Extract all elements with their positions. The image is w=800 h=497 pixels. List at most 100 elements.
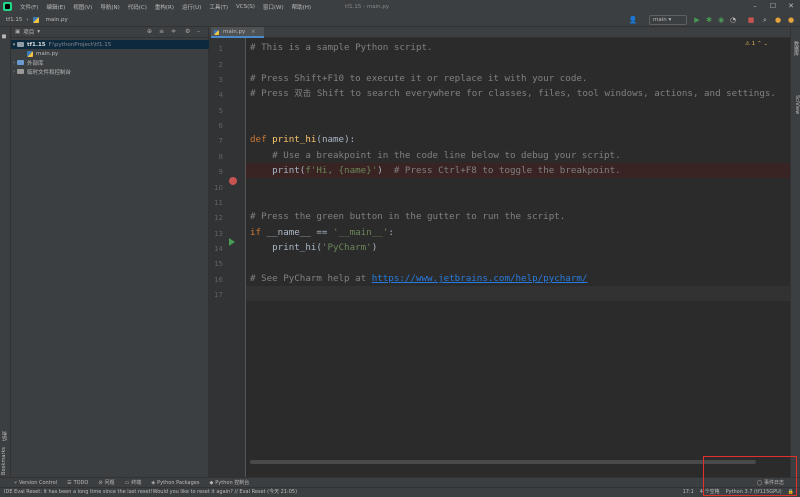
- project-view-icon: ▣: [15, 29, 21, 35]
- code-line-16: # See PyCharm help at https://www.jetbra…: [250, 271, 587, 286]
- todo-tab[interactable]: ☰ TODO: [67, 480, 88, 486]
- tree-item-label: 临时文件和控制台: [27, 69, 72, 76]
- problems-icon: ⊘: [98, 479, 103, 486]
- breadcrumb-project[interactable]: tf1.15: [6, 17, 22, 23]
- hide-icon[interactable]: –: [197, 28, 200, 35]
- profile-icon[interactable]: ◔: [728, 15, 738, 25]
- project-panel-title[interactable]: 项目: [23, 28, 34, 36]
- code-line-12: # Press the green button in the gutter t…: [250, 209, 565, 224]
- annotation-highlight-box: [703, 456, 797, 496]
- tree-item-scratches[interactable]: › 临时文件和控制台: [11, 67, 209, 76]
- code-string: '__main__': [333, 227, 389, 238]
- menu-navigate[interactable]: 导航(N): [96, 3, 123, 11]
- code-comment: # Press: [250, 88, 295, 99]
- menu-file[interactable]: 文件(F): [16, 3, 42, 11]
- menu-run[interactable]: 运行(U): [178, 3, 205, 11]
- code-line-1: # This is a sample Python script.: [250, 40, 433, 55]
- code-text: print(: [250, 165, 306, 176]
- collapse-all-icon[interactable]: ≑: [171, 28, 176, 35]
- code-comment: # See PyCharm help at: [250, 273, 372, 284]
- tree-item-main-py[interactable]: main.py: [11, 49, 209, 58]
- code-keyword: def: [250, 134, 273, 145]
- user-icon[interactable]: 👤: [628, 15, 638, 25]
- close-tab-icon[interactable]: ×: [251, 29, 256, 35]
- tree-item-label: main.py: [36, 50, 59, 57]
- code-editor[interactable]: main.py × 1 2 3 4 5 6 7 8 9 10 11 12 13 …: [209, 27, 790, 477]
- project-panel-header: ▣ 项目 ▾ ⊕ ≡ ≑ ⚙ –: [11, 27, 208, 38]
- run-configuration-select[interactable]: main ▾: [649, 15, 687, 25]
- line-number: 16: [214, 276, 223, 284]
- debug-icon[interactable]: ✱: [704, 15, 714, 25]
- code-text: __name__ ==: [266, 227, 333, 238]
- tab-main-py[interactable]: main.py ×: [211, 27, 264, 38]
- caret-position[interactable]: 17:1: [683, 488, 694, 497]
- run-config-label: main: [653, 17, 667, 23]
- menu-vcs[interactable]: VCS(S): [232, 4, 259, 10]
- run-icon[interactable]: ▶: [692, 15, 702, 25]
- minimize-icon[interactable]: –: [746, 0, 764, 13]
- breakpoint-icon[interactable]: [229, 177, 237, 185]
- status-message[interactable]: IDE Eval Reset: It has been a long time …: [4, 488, 297, 497]
- database-tool-tab[interactable]: 数据库: [792, 41, 800, 56]
- line-number: 13: [214, 230, 223, 238]
- run-gutter-icon[interactable]: [229, 238, 235, 246]
- breadcrumb-file[interactable]: main.py: [46, 17, 68, 23]
- menu-code[interactable]: 代码(C): [124, 3, 151, 11]
- tree-item-external-libraries[interactable]: › 外部库: [11, 58, 209, 67]
- line-number: 14: [214, 245, 223, 253]
- version-control-tab[interactable]: ⑂ Version Control: [14, 480, 57, 486]
- structure-tool-tab[interactable]: 结构: [1, 431, 10, 441]
- menu-refactor[interactable]: 重构(R): [151, 3, 178, 11]
- code-text: ): [377, 165, 394, 176]
- code-text: :: [388, 227, 394, 238]
- code-comment: # Use a breakpoint in the code line belo…: [250, 150, 621, 161]
- close-icon[interactable]: ✕: [782, 0, 800, 13]
- project-tool-tab[interactable]: ■: [1, 33, 10, 39]
- menu-tools[interactable]: 工具(T): [205, 3, 232, 11]
- code-comment: # Press Ctrl+F8 to toggle the breakpoint…: [393, 165, 621, 176]
- line-number: 11: [214, 199, 223, 207]
- code-line-7: def print_hi(name):: [250, 132, 355, 147]
- coverage-icon[interactable]: ◉: [716, 15, 726, 25]
- menu-window[interactable]: 窗口(W): [259, 3, 288, 11]
- locate-icon[interactable]: ⊕: [147, 28, 152, 35]
- inspection-warning-count[interactable]: ⚠ 1 ⌃ ⌄: [745, 41, 768, 47]
- expand-all-icon[interactable]: ≡: [159, 28, 164, 35]
- line-number: 6: [218, 122, 223, 130]
- settings-icon[interactable]: ●: [773, 15, 783, 25]
- code-line-9: print(f'Hi, {name}') # Press Ctrl+F8 to …: [250, 163, 621, 178]
- line-number: 15: [214, 260, 223, 268]
- menu-bar: 文件(F) 编辑(E) 视图(V) 导航(N) 代码(C) 重构(R) 运行(U…: [0, 0, 800, 13]
- tool-window-bar: ⑂ Version Control ☰ TODO ⊘ 问题 ▭ 终端 ◈ Python P…: [0, 477, 800, 487]
- gear-icon[interactable]: ⚙: [185, 28, 190, 35]
- bookmarks-tool-tab[interactable]: Bookmarks: [1, 447, 10, 475]
- menu-edit[interactable]: 编辑(E): [42, 3, 69, 11]
- caret-line-highlight: [246, 286, 790, 301]
- search-icon[interactable]: ⌕: [760, 15, 770, 25]
- python-console-tab[interactable]: ◆ Python 控制台: [209, 479, 249, 487]
- scratches-icon: [17, 69, 24, 74]
- python-packages-tab[interactable]: ◈ Python Packages: [151, 480, 199, 486]
- root-folder-path: F:\pythonProject\tf1.15: [48, 41, 112, 48]
- warning-count: 1: [751, 41, 756, 47]
- line-number: 7: [218, 137, 223, 145]
- left-tool-stripe: ■ 结构 Bookmarks: [0, 27, 11, 477]
- problems-tab[interactable]: ⊘ 问题: [98, 479, 114, 487]
- folder-icon: [17, 42, 24, 47]
- terminal-tab[interactable]: ▭ 终端: [125, 479, 142, 487]
- horizontal-scrollbar[interactable]: [250, 460, 756, 464]
- code-link[interactable]: https://www.jetbrains.com/help/pycharm/: [372, 273, 588, 284]
- sciview-tool-tab[interactable]: SciView: [792, 95, 800, 114]
- right-tool-stripe: 数据库 SciView: [790, 27, 800, 477]
- line-number-gutter[interactable]: 1 2 3 4 5 6 7 8 9 10 11 12 13 14 15 16 1…: [209, 38, 246, 477]
- stop-icon[interactable]: ■: [746, 15, 756, 25]
- chevron-down-icon[interactable]: ▾: [37, 29, 40, 35]
- tree-root-folder[interactable]: ▾ tf1.15 F:\pythonProject\tf1.15: [11, 40, 209, 49]
- maximize-icon[interactable]: ☐: [764, 0, 782, 13]
- code-text: (name):: [316, 134, 356, 145]
- menu-help[interactable]: 帮助(H): [288, 3, 315, 11]
- root-folder-name: tf1.15: [27, 41, 46, 48]
- menu-view[interactable]: 视图(V): [69, 3, 96, 11]
- update-icon[interactable]: ●: [786, 15, 796, 25]
- tab-label: Version Control: [19, 479, 58, 486]
